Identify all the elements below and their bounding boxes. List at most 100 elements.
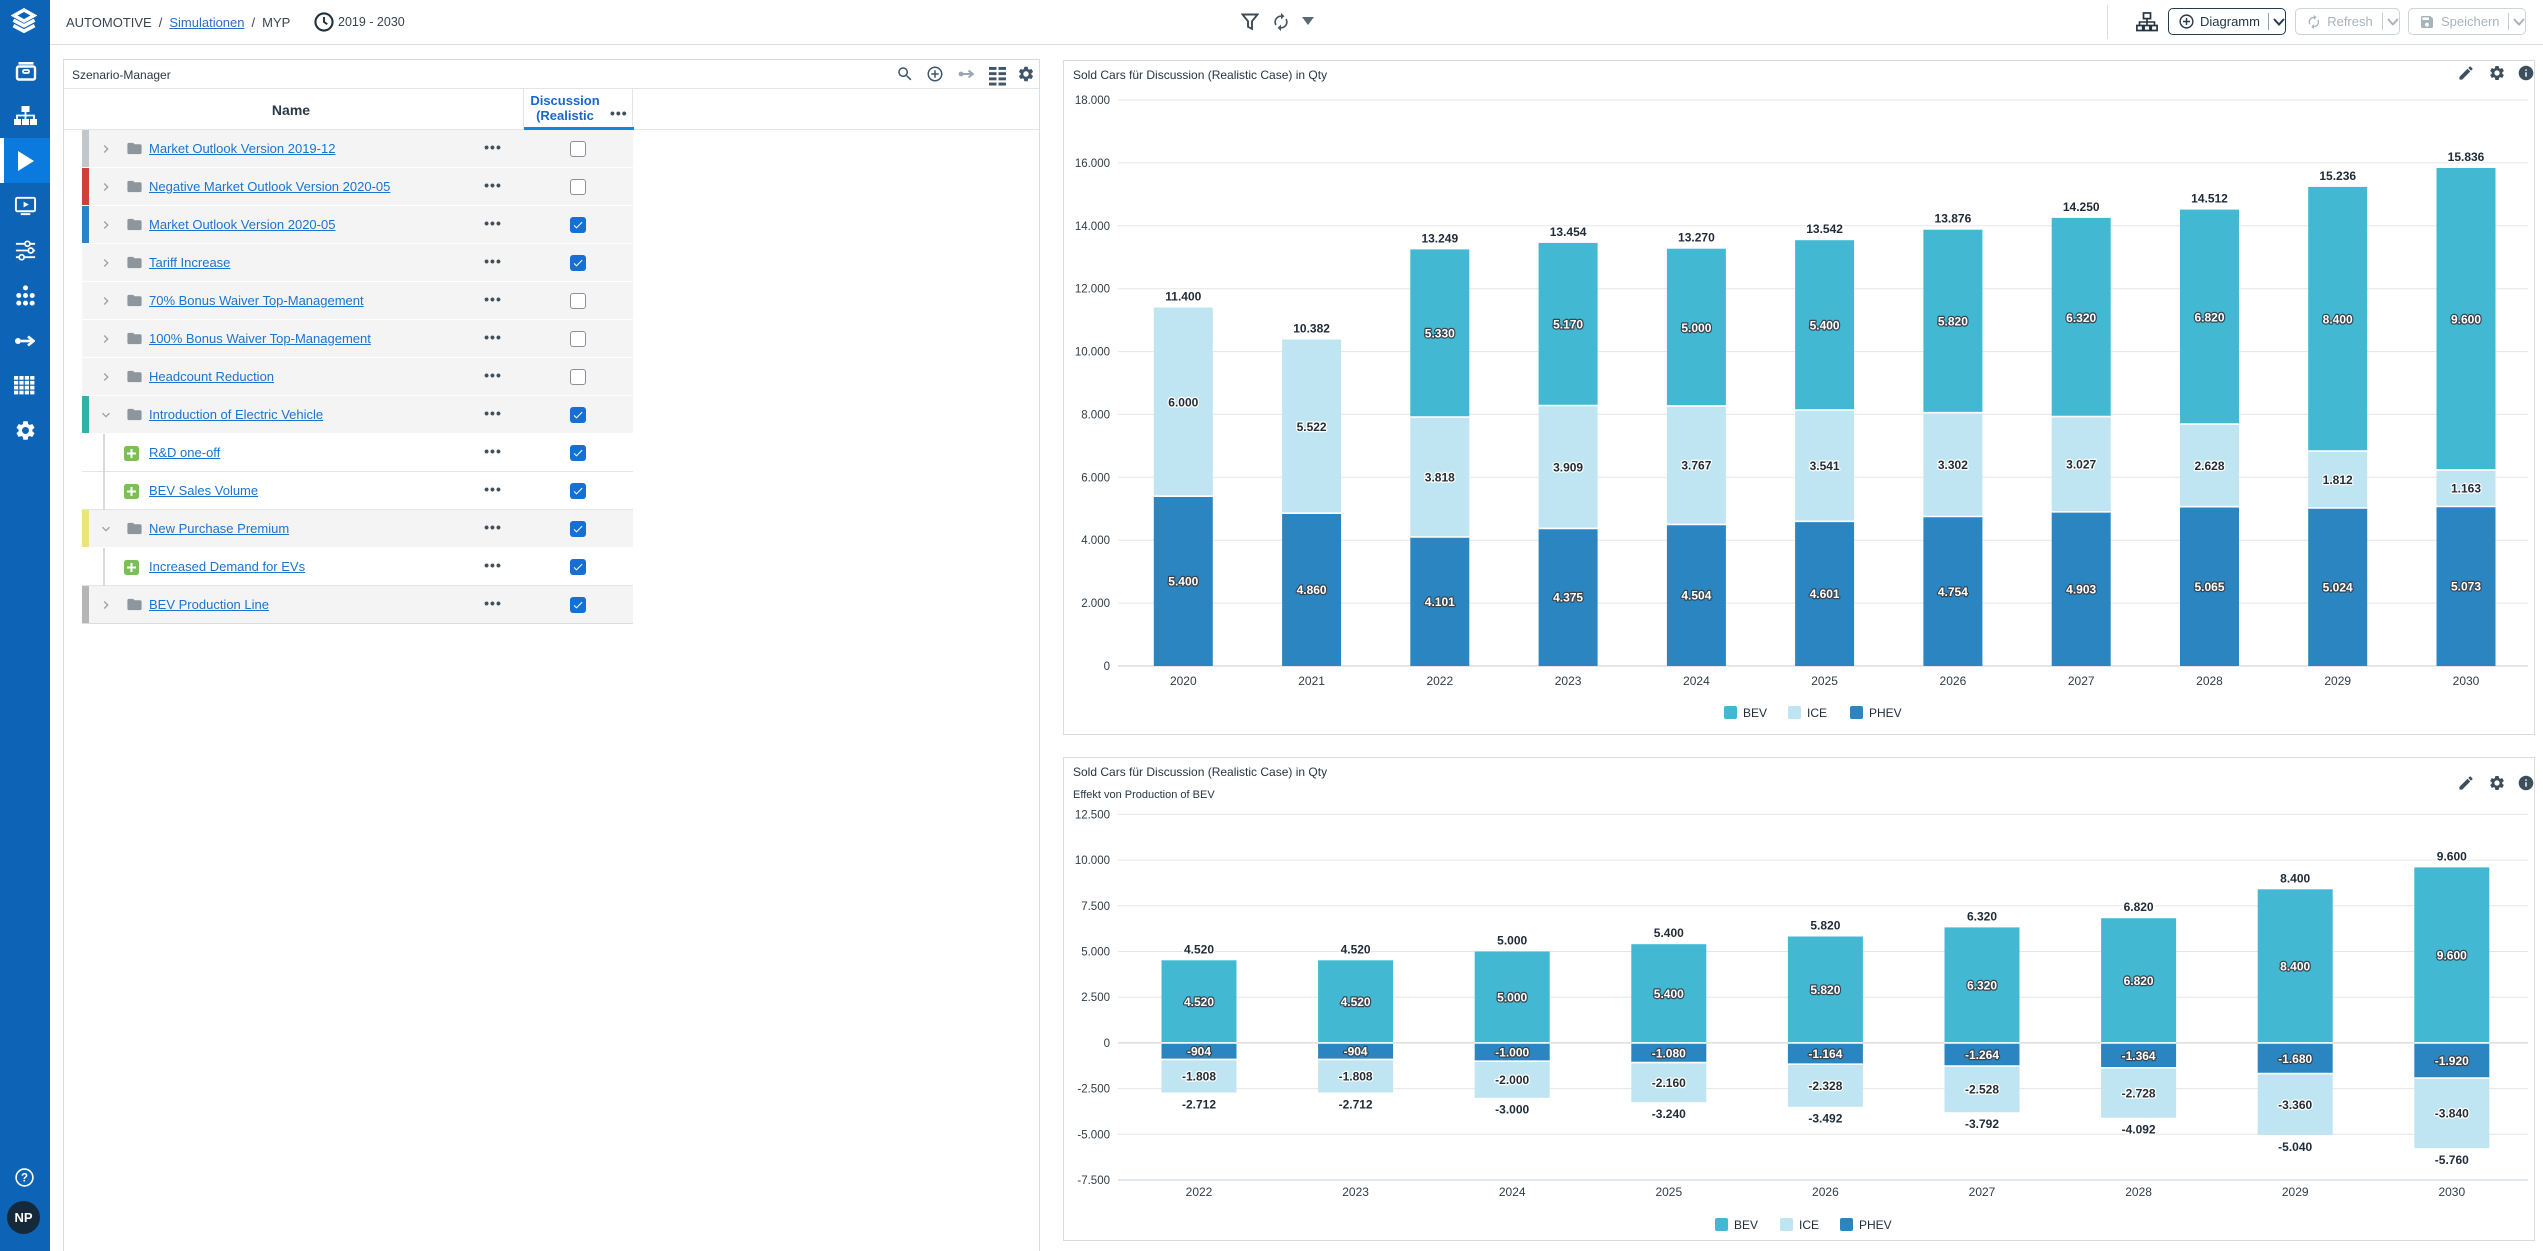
svg-text:-1.920: -1.920 bbox=[2435, 1054, 2469, 1068]
svg-text:14.000: 14.000 bbox=[1075, 221, 1110, 233]
svg-text:2029: 2029 bbox=[2282, 1185, 2309, 1199]
svg-text:2027: 2027 bbox=[1969, 1185, 1996, 1199]
svg-text:2.500: 2.500 bbox=[1081, 992, 1110, 1004]
svg-text:2.000: 2.000 bbox=[1081, 598, 1110, 610]
svg-text:2023: 2023 bbox=[1342, 1185, 1369, 1199]
svg-text:0: 0 bbox=[1104, 661, 1110, 673]
svg-text:8.000: 8.000 bbox=[1081, 409, 1110, 421]
svg-text:Sold Cars für Discussion (Real: Sold Cars für Discussion (Realistic Case… bbox=[1073, 765, 1327, 779]
svg-text:13.249: 13.249 bbox=[1421, 231, 1458, 245]
svg-text:13.876: 13.876 bbox=[1935, 212, 1972, 226]
svg-text:4.101: 4.101 bbox=[1425, 595, 1455, 609]
svg-text:2024: 2024 bbox=[1499, 1185, 1526, 1199]
svg-text:6.320: 6.320 bbox=[2066, 311, 2096, 325]
svg-text:-1.808: -1.808 bbox=[1182, 1070, 1216, 1084]
svg-text:BEV: BEV bbox=[1734, 1218, 1758, 1232]
svg-text:9.600: 9.600 bbox=[2437, 849, 2467, 863]
svg-text:-904: -904 bbox=[1344, 1045, 1368, 1059]
svg-text:2026: 2026 bbox=[1812, 1185, 1839, 1199]
svg-text:-1.808: -1.808 bbox=[1339, 1070, 1373, 1084]
svg-text:-3.000: -3.000 bbox=[1495, 1103, 1529, 1117]
svg-text:8.400: 8.400 bbox=[2280, 871, 2310, 885]
svg-text:2026: 2026 bbox=[1940, 674, 1967, 688]
svg-text:-2.712: -2.712 bbox=[1339, 1098, 1373, 1112]
svg-text:-2.728: -2.728 bbox=[2122, 1086, 2156, 1100]
svg-text:5.400: 5.400 bbox=[1654, 987, 1684, 1001]
svg-text:5.073: 5.073 bbox=[2451, 580, 2481, 594]
svg-text:15.836: 15.836 bbox=[2448, 150, 2485, 164]
svg-text:5.820: 5.820 bbox=[1938, 315, 1968, 329]
svg-text:-2.000: -2.000 bbox=[1495, 1073, 1529, 1087]
svg-text:-5.760: -5.760 bbox=[2435, 1153, 2469, 1167]
svg-text:2020: 2020 bbox=[1170, 674, 1197, 688]
svg-text:2022: 2022 bbox=[1186, 1185, 1213, 1199]
svg-text:2024: 2024 bbox=[1683, 674, 1710, 688]
svg-text:ICE: ICE bbox=[1799, 1218, 1819, 1232]
svg-text:6.820: 6.820 bbox=[2194, 310, 2224, 324]
svg-text:2021: 2021 bbox=[1298, 674, 1325, 688]
svg-text:4.000: 4.000 bbox=[1081, 535, 1110, 547]
svg-text:10.000: 10.000 bbox=[1075, 855, 1110, 867]
svg-text:6.820: 6.820 bbox=[2124, 974, 2154, 988]
svg-text:5.400: 5.400 bbox=[1168, 575, 1198, 589]
svg-text:4.520: 4.520 bbox=[1184, 995, 1214, 1009]
svg-text:13.542: 13.542 bbox=[1806, 222, 1843, 236]
svg-text:2030: 2030 bbox=[2438, 1185, 2465, 1199]
svg-text:6.320: 6.320 bbox=[1967, 909, 1997, 923]
svg-text:3.541: 3.541 bbox=[1810, 459, 1840, 473]
svg-text:4.375: 4.375 bbox=[1553, 591, 1583, 605]
svg-text:2029: 2029 bbox=[2324, 674, 2351, 688]
svg-text:4.860: 4.860 bbox=[1297, 583, 1327, 597]
svg-text:3.767: 3.767 bbox=[1681, 459, 1711, 473]
svg-text:2028: 2028 bbox=[2196, 674, 2223, 688]
svg-text:10.000: 10.000 bbox=[1075, 347, 1110, 359]
svg-text:-2.328: -2.328 bbox=[1808, 1079, 1842, 1093]
svg-text:9.600: 9.600 bbox=[2451, 313, 2481, 327]
svg-text:1.812: 1.812 bbox=[2323, 473, 2353, 487]
svg-text:3.302: 3.302 bbox=[1938, 458, 1968, 472]
svg-text:3.909: 3.909 bbox=[1553, 461, 1583, 475]
svg-text:-2.160: -2.160 bbox=[1652, 1076, 1686, 1090]
svg-text:10.382: 10.382 bbox=[1293, 322, 1330, 336]
svg-text:5.522: 5.522 bbox=[1297, 420, 1327, 434]
svg-text:2.628: 2.628 bbox=[2194, 459, 2224, 473]
svg-text:7.500: 7.500 bbox=[1081, 901, 1110, 913]
svg-text:4.601: 4.601 bbox=[1810, 587, 1840, 601]
svg-text:4.520: 4.520 bbox=[1341, 942, 1371, 956]
svg-text:14.512: 14.512 bbox=[2191, 192, 2228, 206]
svg-text:2028: 2028 bbox=[2125, 1185, 2152, 1199]
svg-text:ICE: ICE bbox=[1807, 706, 1827, 720]
svg-text:6.000: 6.000 bbox=[1081, 472, 1110, 484]
svg-text:2025: 2025 bbox=[1655, 1185, 1682, 1199]
svg-text:2025: 2025 bbox=[1811, 674, 1838, 688]
svg-text:5.330: 5.330 bbox=[1425, 327, 1455, 341]
svg-text:2022: 2022 bbox=[1426, 674, 1453, 688]
svg-text:4.754: 4.754 bbox=[1938, 585, 1968, 599]
svg-text:-1.164: -1.164 bbox=[1808, 1047, 1842, 1061]
svg-text:?: ? bbox=[21, 1173, 28, 1185]
svg-text:5.820: 5.820 bbox=[1810, 983, 1840, 997]
svg-text:-1.680: -1.680 bbox=[2278, 1052, 2312, 1066]
svg-text:2030: 2030 bbox=[2453, 674, 2480, 688]
svg-text:-1.364: -1.364 bbox=[2122, 1049, 2156, 1063]
svg-text:2027: 2027 bbox=[2068, 674, 2095, 688]
svg-text:5.000: 5.000 bbox=[1681, 321, 1711, 335]
svg-text:5.000: 5.000 bbox=[1497, 934, 1527, 948]
svg-text:16.000: 16.000 bbox=[1075, 158, 1110, 170]
svg-text:6.320: 6.320 bbox=[1967, 979, 1997, 993]
svg-text:-4.092: -4.092 bbox=[2122, 1123, 2156, 1137]
svg-text:13.454: 13.454 bbox=[1550, 225, 1587, 239]
svg-text:-3.840: -3.840 bbox=[2435, 1107, 2469, 1121]
svg-text:11.400: 11.400 bbox=[1165, 290, 1201, 304]
svg-text:-1.264: -1.264 bbox=[1965, 1048, 1999, 1062]
svg-text:-5.040: -5.040 bbox=[2278, 1140, 2312, 1154]
svg-text:13.270: 13.270 bbox=[1678, 231, 1715, 245]
svg-text:-1.000: -1.000 bbox=[1495, 1046, 1529, 1060]
svg-text:4.520: 4.520 bbox=[1184, 942, 1214, 956]
svg-text:-3.792: -3.792 bbox=[1965, 1117, 1999, 1131]
svg-text:-3.240: -3.240 bbox=[1652, 1107, 1686, 1121]
svg-text:5.400: 5.400 bbox=[1810, 319, 1840, 333]
svg-text:PHEV: PHEV bbox=[1869, 706, 1902, 720]
svg-text:-3.492: -3.492 bbox=[1808, 1112, 1842, 1126]
svg-text:-3.360: -3.360 bbox=[2278, 1098, 2312, 1112]
